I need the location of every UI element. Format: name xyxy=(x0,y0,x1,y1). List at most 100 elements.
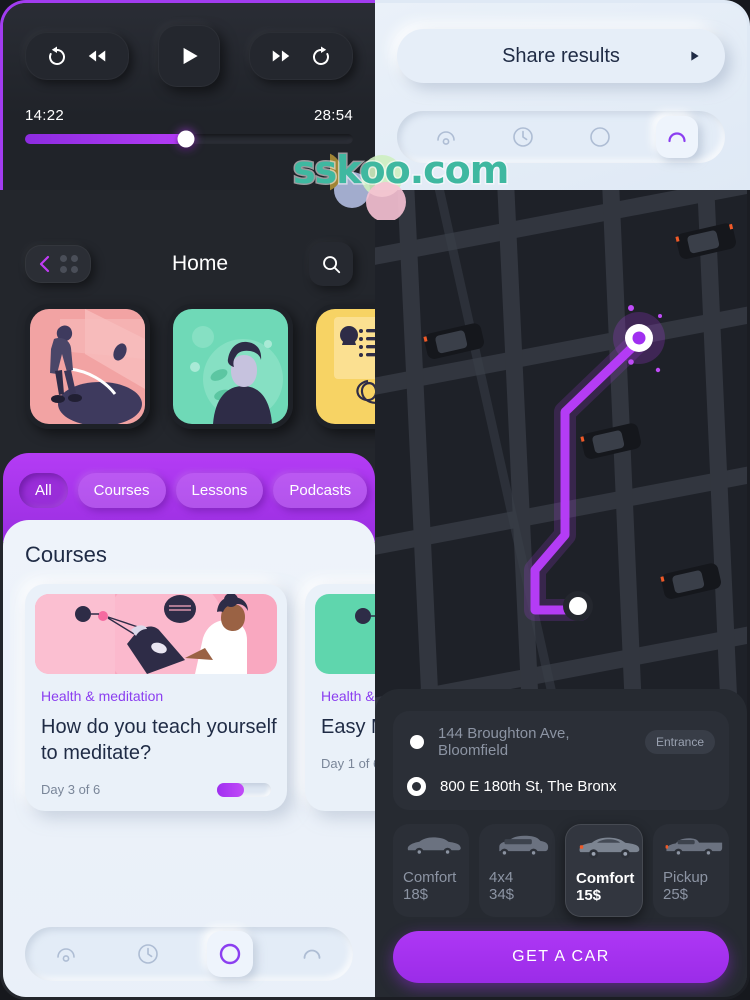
pickup-dot-icon xyxy=(410,735,424,749)
entrance-badge[interactable]: Entrance xyxy=(644,730,715,754)
course-category: Health & meditation xyxy=(41,688,164,704)
destination-dot-icon xyxy=(407,777,426,796)
nav-item-arc[interactable] xyxy=(655,116,698,158)
rewind-button[interactable] xyxy=(84,43,110,69)
car-pickup-icon xyxy=(665,838,723,858)
filter-pill-courses[interactable]: Courses xyxy=(77,473,166,508)
thumb-portrait[interactable] xyxy=(168,304,293,429)
rewind-icon xyxy=(88,50,106,62)
grid-dots-icon xyxy=(60,255,78,273)
home-header: Home xyxy=(3,190,375,286)
circle-icon xyxy=(589,127,610,147)
back-menu-button[interactable] xyxy=(25,245,91,283)
course-card-list: Health & meditation How do you teach you… xyxy=(25,584,375,811)
portrait-illustration xyxy=(173,309,288,424)
share-results-button[interactable]: Share results xyxy=(397,29,725,83)
course-card[interactable]: Health & meditation Easy Meditation Day … xyxy=(305,584,375,811)
course-card[interactable]: Health & meditation How do you teach you… xyxy=(25,584,287,811)
forward-10-button[interactable] xyxy=(308,43,334,69)
current-time: 14:22 xyxy=(25,107,65,124)
course-footer: Day 3 of 6 xyxy=(41,782,271,797)
total-time: 28:54 xyxy=(313,107,353,124)
clock-icon xyxy=(512,127,533,147)
circle-icon xyxy=(219,943,241,965)
share-results-label: Share results xyxy=(502,44,620,67)
car-suv-icon xyxy=(493,835,549,858)
page-title: Home xyxy=(171,252,229,275)
panel-media-player: 14:22 28:54 xyxy=(0,0,375,190)
nav-item-circle[interactable] xyxy=(207,931,253,977)
fast-forward-button[interactable] xyxy=(268,43,294,69)
nav-item-signal[interactable] xyxy=(425,116,467,158)
chevron-left-icon xyxy=(39,255,50,273)
address-row-destination[interactable]: 800 E 180th St, The Bronx xyxy=(407,777,715,796)
course-title: Easy Meditation xyxy=(321,716,375,738)
play-triangle-icon xyxy=(691,51,699,61)
car-sedan-icon xyxy=(407,837,461,857)
nav-item-arc[interactable] xyxy=(289,931,335,977)
progress-slider[interactable] xyxy=(25,130,353,148)
fast-forward-icon xyxy=(272,50,290,62)
pickup-address: 144 Broughton Ave, Bloomfield xyxy=(438,725,570,759)
course-category: Health & meditation xyxy=(321,688,375,704)
clock-icon xyxy=(138,944,158,964)
panel-share-results: Share results xyxy=(375,0,750,190)
panel-taxi: 144 Broughton Ave, Bloomfield Entrance 8… xyxy=(375,190,750,1000)
filter-pill-podcasts[interactable]: Podcasts xyxy=(273,473,368,508)
thumb-resume[interactable] xyxy=(311,304,375,429)
signal-icon xyxy=(57,948,75,962)
nav-item-clock[interactable] xyxy=(502,116,544,158)
car-option-selected[interactable]: Comfort 15$ xyxy=(565,824,643,917)
share-arrow-button[interactable] xyxy=(679,41,709,71)
player-time-row: 14:22 28:54 xyxy=(25,107,353,124)
car-price: 18$ xyxy=(403,886,429,903)
get-a-car-button[interactable]: GET A CAR xyxy=(393,931,729,983)
course-title: How do you teach yourself to meditate? xyxy=(41,716,277,764)
progress-fill xyxy=(25,134,186,144)
nav-item-signal[interactable] xyxy=(43,931,89,977)
nav-item-circle[interactable] xyxy=(579,116,621,158)
arc-icon xyxy=(303,949,321,959)
thumb-fitness[interactable] xyxy=(25,304,150,429)
address-row-pickup[interactable]: 144 Broughton Ave, Bloomfield Entrance xyxy=(407,725,715,759)
car-option[interactable]: Pickup 25$ xyxy=(653,824,729,917)
filter-pill-lessons[interactable]: Lessons xyxy=(175,473,264,508)
course-footer: Day 1 of 6 xyxy=(321,756,375,771)
filter-pill-all[interactable]: All xyxy=(19,473,68,508)
course-card-image xyxy=(35,594,277,674)
car-price: 25$ xyxy=(663,886,689,903)
panel-home: Home All Courses Lessons Podcasts Course… xyxy=(0,190,375,1000)
search-icon xyxy=(323,256,341,274)
rewind-controls-group xyxy=(25,32,129,80)
taxi-bottom-sheet: 144 Broughton Ave, Bloomfield Entrance 8… xyxy=(375,689,747,997)
car-name: Comfort xyxy=(403,869,457,886)
course-card-image xyxy=(315,594,375,674)
forward-icon xyxy=(312,46,329,65)
home-bottom-nav xyxy=(25,927,353,981)
resume-illustration xyxy=(316,309,375,424)
play-button[interactable] xyxy=(158,25,220,87)
car-comfort-icon xyxy=(579,837,640,859)
car-option-list: Comfort 18$ 4x4 34$ Comfort 15$ Pickup 2… xyxy=(393,824,729,917)
progress-thumb[interactable] xyxy=(177,130,195,148)
search-button[interactable] xyxy=(309,242,353,286)
meditation-illustration-2 xyxy=(315,594,375,674)
thumbnail-row xyxy=(3,286,375,429)
replay-10-button[interactable] xyxy=(44,43,70,69)
nav-item-clock[interactable] xyxy=(125,931,171,977)
destination-address: 800 E 180th St, The Bronx xyxy=(440,778,617,795)
play-icon xyxy=(183,47,198,65)
meditation-illustration xyxy=(35,594,277,674)
course-progress-bar xyxy=(217,782,271,797)
car-price: 34$ xyxy=(489,886,515,903)
car-name: Comfort xyxy=(576,870,635,887)
car-option[interactable]: Comfort 18$ xyxy=(393,824,469,917)
car-option[interactable]: 4x4 34$ xyxy=(479,824,555,917)
signal-icon xyxy=(436,131,455,145)
section-title: Courses xyxy=(25,542,107,567)
car-name: Pickup xyxy=(663,869,709,886)
replay-icon xyxy=(49,46,66,65)
course-day-label: Day 1 of 6 xyxy=(321,756,375,771)
screenshot-stage: 14:22 28:54 Share results Home All Cours… xyxy=(0,0,750,1000)
fitness-illustration xyxy=(30,309,145,424)
